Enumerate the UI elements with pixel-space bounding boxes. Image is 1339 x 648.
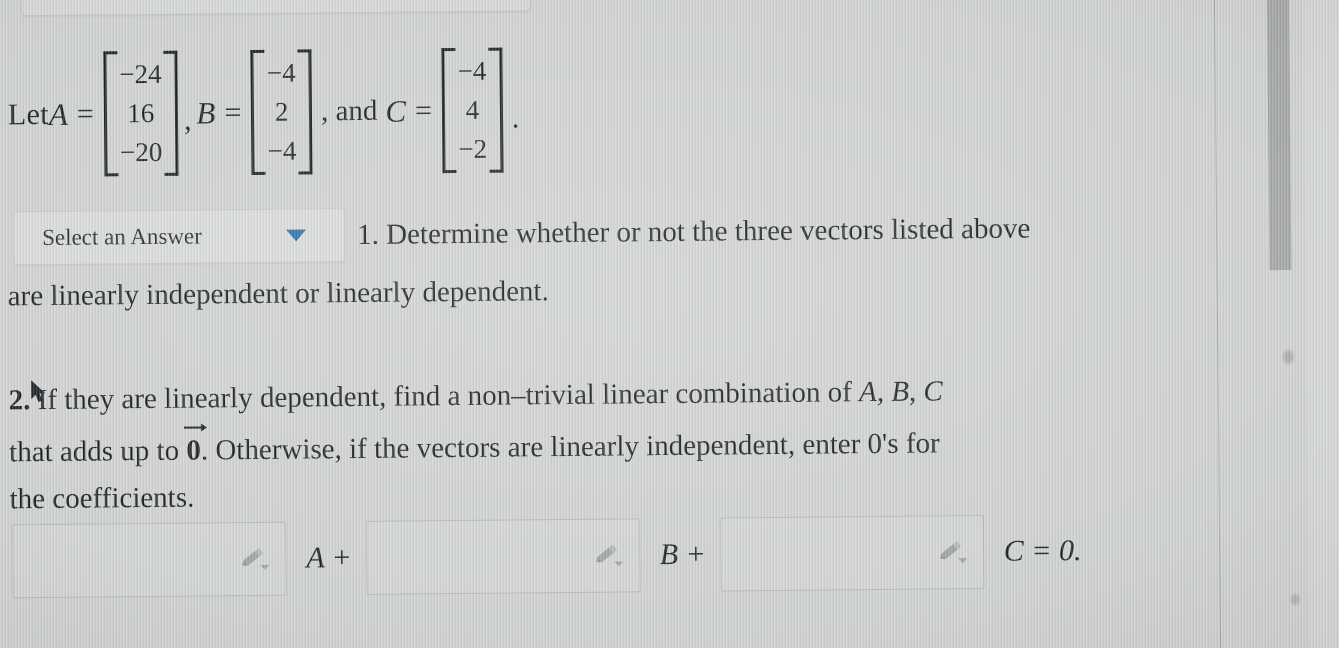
matrix-c-row-1: −4 <box>457 55 487 87</box>
question-2-variables: A, B, C <box>858 375 943 409</box>
matrix-a-row-2: 16 <box>127 98 155 129</box>
matrix-a-row-1: −24 <box>119 58 162 90</box>
question-2-line-3: the coefficients. <box>9 481 195 516</box>
question-2-line-1: 2. If they are linearly dependent, find … <box>9 375 943 417</box>
pencil-icon[interactable] <box>593 540 625 570</box>
equals-sign-b: = <box>224 95 242 129</box>
coefficient-b-field-wrap[interactable] <box>365 518 641 595</box>
question-2-line-2: that adds up to 0. Otherwise, if the vec… <box>9 427 940 469</box>
question-2-text-c: . Otherwise, if the vectors are linearly… <box>200 427 940 467</box>
page-content: remaining. Let A = −24 16 −20 , B = −4 2… <box>0 0 1339 648</box>
matrix-a-name: A <box>48 96 68 132</box>
question-1-line-2: are linearly independent or linearly dep… <box>7 275 549 313</box>
window-right-edge <box>1302 0 1339 648</box>
vertical-scrollbar-thumb[interactable] <box>1266 0 1292 271</box>
matrix-c-row-3: −2 <box>458 134 488 165</box>
question-2-number: 2. <box>8 384 31 417</box>
and-connector: , and <box>320 94 378 128</box>
matrix-a-row-3: −20 <box>119 137 163 168</box>
coefficient-a-field-wrap[interactable] <box>11 521 287 599</box>
lead-word: Let <box>7 97 50 132</box>
equals-sign-a: = <box>76 97 94 131</box>
zero-vector-symbol: 0 <box>186 434 202 467</box>
content-pane-border <box>1213 0 1222 648</box>
top-banner-cutoff <box>20 0 531 17</box>
select-an-answer-dropdown[interactable]: Select an Answer <box>12 208 346 266</box>
vector-definitions: Let A = −24 16 −20 , B = −4 2 −4 , and C… <box>7 47 520 177</box>
matrix-c-name: C <box>385 93 407 129</box>
matrix-c: −4 4 −2 <box>441 48 503 174</box>
question-2-text-a: If they are linearly dependent, find a n… <box>37 376 852 417</box>
period-after-c: . <box>511 101 520 135</box>
dropdown-selected-value: Select an Answer <box>42 223 202 251</box>
matrix-b-row-1: −4 <box>266 57 296 88</box>
comma-after-a: , <box>183 103 192 137</box>
term-label-b: B + <box>659 537 706 572</box>
matrix-b-row-3: −4 <box>267 135 297 167</box>
matrix-b-name: B <box>196 95 216 131</box>
term-label-c: C = 0. <box>1003 534 1082 568</box>
screen-photo: remaining. Let A = −24 16 −20 , B = −4 2… <box>0 0 1339 648</box>
term-label-a: A + <box>306 541 352 575</box>
coefficient-answer-row: A + B + C = 0. <box>11 514 1082 599</box>
matrix-a: −24 16 −20 <box>103 51 178 177</box>
matrix-b: −4 2 −4 <box>251 49 313 175</box>
pencil-icon[interactable] <box>239 544 271 574</box>
matrix-b-row-2: 2 <box>274 96 289 127</box>
pencil-icon[interactable] <box>937 537 969 567</box>
equals-sign-c: = <box>414 93 433 128</box>
coefficient-c-field-wrap[interactable] <box>719 514 985 592</box>
question-1-line-1: 1. Determine whether or not the three ve… <box>356 212 1031 251</box>
screen-smudge <box>1283 350 1294 365</box>
question-2-text-b: that adds up to <box>9 434 180 469</box>
chevron-down-icon <box>286 229 307 242</box>
matrix-c-row-2: 4 <box>465 94 480 126</box>
screen-smudge <box>1290 593 1300 606</box>
